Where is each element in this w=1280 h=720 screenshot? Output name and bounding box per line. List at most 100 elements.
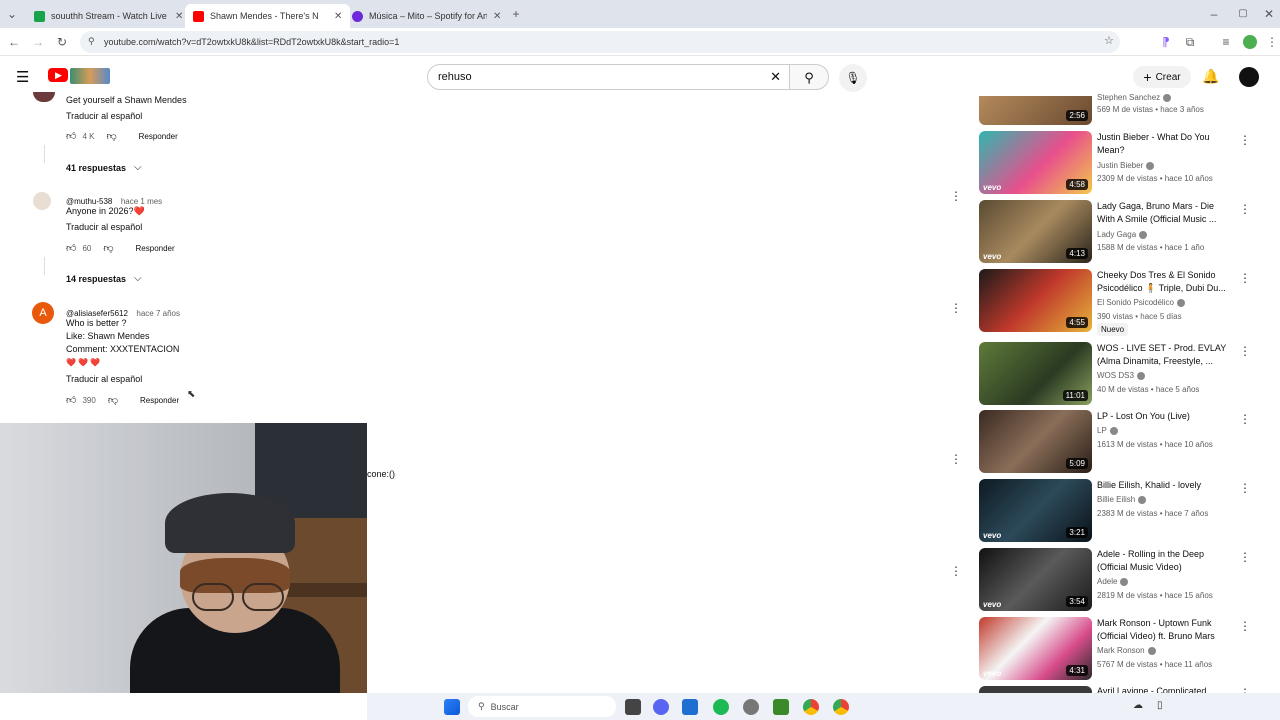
more-actions-icon[interactable]: ⋮ [1239, 550, 1251, 564]
video-thumbnail[interactable]: vevo 4:58 [979, 131, 1092, 194]
minecraft-icon[interactable] [773, 699, 789, 715]
channel-name[interactable]: WOS DS3 [1097, 371, 1145, 380]
replies-toggle[interactable]: 14 respuestas ⌵ [66, 273, 142, 284]
video-thumbnail[interactable]: vevo 4:31 [979, 617, 1092, 680]
hamburger-menu-icon[interactable]: ☰ [16, 68, 29, 86]
tab-search-icon[interactable]: ⌄ [4, 6, 20, 22]
more-actions-icon[interactable]: ⋮ [1239, 412, 1251, 426]
channel-name[interactable]: LP [1097, 426, 1118, 435]
more-actions-icon[interactable]: ⋮ [1239, 202, 1251, 216]
more-actions-icon[interactable]: ⋮ [1239, 619, 1251, 633]
dislike-icon[interactable]: 👎︎ [106, 130, 116, 142]
browser-menu-icon[interactable]: ⋮ [1264, 34, 1280, 50]
extension-icon[interactable]: ⁋ [1158, 34, 1174, 50]
video-title[interactable]: Avril Lavigne - Complicated [1097, 685, 1232, 693]
channel-name[interactable]: Billie Eilish [1097, 495, 1147, 504]
avatar[interactable] [33, 92, 55, 102]
translate-link[interactable]: Traducir al español [66, 373, 142, 386]
tab-close-icon[interactable]: ✕ [175, 11, 183, 22]
video-title[interactable]: WOS - LIVE SET - Prod. EVLAY (Alma Dinam… [1097, 342, 1232, 368]
youtube-logo[interactable]: ▶ [48, 68, 68, 82]
more-actions-icon[interactable]: ⋮ [1239, 686, 1249, 693]
maximize-icon[interactable]: ▢ [1235, 6, 1251, 22]
reply-button[interactable]: Responder [136, 244, 175, 253]
forward-icon[interactable]: → [30, 34, 46, 50]
taskbar-search[interactable]: ⚲ Buscar [468, 696, 616, 717]
discord-icon[interactable] [653, 699, 669, 715]
new-tab-icon[interactable]: + [508, 6, 524, 22]
video-thumbnail[interactable]: vevo 3:21 [979, 479, 1092, 542]
bookmark-star-icon[interactable]: ☆ [1104, 34, 1114, 47]
system-tray-icon[interactable]: ▯ [1157, 700, 1163, 711]
video-title[interactable]: Adele - Rolling in the Deep (Official Mu… [1097, 548, 1232, 574]
video-title[interactable]: Billie Eilish, Khalid - lovely [1097, 479, 1232, 492]
video-thumbnail[interactable]: vevo 4:13 [979, 200, 1092, 263]
account-avatar[interactable] [1239, 67, 1259, 87]
reply-button[interactable]: Responder [140, 396, 179, 405]
app-icon[interactable] [743, 699, 759, 715]
window-close-icon[interactable]: ✕ [1261, 6, 1277, 22]
site-info-icon[interactable]: ⚲ [88, 36, 95, 47]
voice-search-button[interactable]: 🎙 [839, 64, 867, 92]
video-title[interactable]: Cheeky Dos Tres & El Sonido Psicodélico … [1097, 269, 1232, 295]
more-actions-icon[interactable]: ⋮ [950, 564, 962, 578]
dislike-icon[interactable]: 👎︎ [108, 394, 118, 406]
media-control-icon[interactable]: ≡ [1218, 34, 1234, 50]
like-icon[interactable]: 👍︎ [66, 394, 76, 406]
tab-souuthh[interactable]: souuthh Stream - Watch Live o ✕ [26, 4, 191, 28]
channel-name[interactable]: Justin Bieber [1097, 161, 1155, 170]
video-thumbnail[interactable]: 2:56 [979, 96, 1092, 125]
translate-link[interactable]: Traducir al español [66, 221, 142, 234]
task-view-icon[interactable] [625, 699, 641, 715]
video-thumbnail[interactable] [979, 686, 1092, 693]
back-icon[interactable]: ← [6, 34, 22, 50]
channel-name[interactable]: Adele [1097, 577, 1129, 586]
more-actions-icon[interactable]: ⋮ [1239, 344, 1251, 358]
windows-start-icon[interactable] [444, 699, 460, 715]
tab-close-icon[interactable]: ✕ [334, 11, 342, 22]
video-title[interactable]: Mark Ronson - Uptown Funk (Official Vide… [1097, 617, 1232, 643]
more-actions-icon[interactable]: ⋮ [1239, 133, 1251, 147]
video-title[interactable]: LP - Lost On You (Live) [1097, 410, 1232, 423]
reply-button[interactable]: Responder [139, 132, 178, 141]
cloud-icon[interactable]: ☁ [1133, 700, 1143, 711]
replies-toggle[interactable]: 41 respuestas ⌵ [66, 162, 142, 173]
create-button[interactable]: + Crear [1133, 66, 1191, 88]
like-icon[interactable]: 👍︎ [66, 242, 76, 254]
avatar[interactable]: A [32, 302, 54, 324]
extensions-puzzle-icon[interactable]: ⧉ [1182, 34, 1198, 50]
more-actions-icon[interactable]: ⋮ [950, 189, 962, 203]
video-title[interactable]: Justin Bieber - What Do You Mean? [1097, 131, 1232, 157]
chrome-profile-icon[interactable] [833, 699, 849, 715]
profile-avatar[interactable] [1243, 35, 1257, 49]
more-actions-icon[interactable]: ⋮ [950, 452, 962, 466]
video-thumbnail[interactable]: vevo 3:54 [979, 548, 1092, 611]
file-explorer-icon[interactable] [682, 699, 698, 715]
channel-name[interactable]: Lady Gaga [1097, 230, 1148, 239]
tab-close-icon[interactable]: ✕ [493, 11, 501, 22]
video-thumbnail[interactable]: 11:01 [979, 342, 1092, 405]
channel-name[interactable]: Mark Ronson [1097, 646, 1156, 655]
channel-name[interactable]: Stephen Sanchez [1097, 93, 1172, 102]
more-actions-icon[interactable]: ⋮ [1239, 271, 1251, 285]
video-thumbnail[interactable]: 5:09 [979, 410, 1092, 473]
notifications-bell-icon[interactable]: 🔔 [1202, 68, 1219, 85]
translate-link[interactable]: Traducir al español [66, 110, 142, 123]
tab-spotify[interactable]: Música – Mito – Spotify for Art ✕ [344, 4, 509, 28]
like-icon[interactable]: 👍︎ [66, 130, 76, 142]
video-thumbnail[interactable]: 4:55 [979, 269, 1092, 332]
search-button[interactable]: ⚲ [789, 64, 829, 90]
more-actions-icon[interactable]: ⋮ [1239, 481, 1251, 495]
minimize-icon[interactable]: – [1206, 6, 1222, 22]
video-title[interactable]: Lady Gaga, Bruno Mars - Die With A Smile… [1097, 200, 1232, 226]
address-bar[interactable]: ⚲ youtube.com/watch?v=dT2owtxkU8k&list=R… [80, 31, 1120, 53]
clear-search-icon[interactable]: ✕ [770, 69, 781, 85]
channel-name[interactable]: El Sonido Psicodélico [1097, 298, 1185, 307]
search-input[interactable]: rehuso ✕ [427, 64, 790, 90]
avatar[interactable] [33, 192, 51, 210]
spotify-icon[interactable] [713, 699, 729, 715]
youtube-doodle-logo[interactable] [70, 68, 110, 84]
more-actions-icon[interactable]: ⋮ [950, 301, 962, 315]
dislike-icon[interactable]: 👎︎ [103, 242, 113, 254]
chrome-icon[interactable] [803, 699, 819, 715]
